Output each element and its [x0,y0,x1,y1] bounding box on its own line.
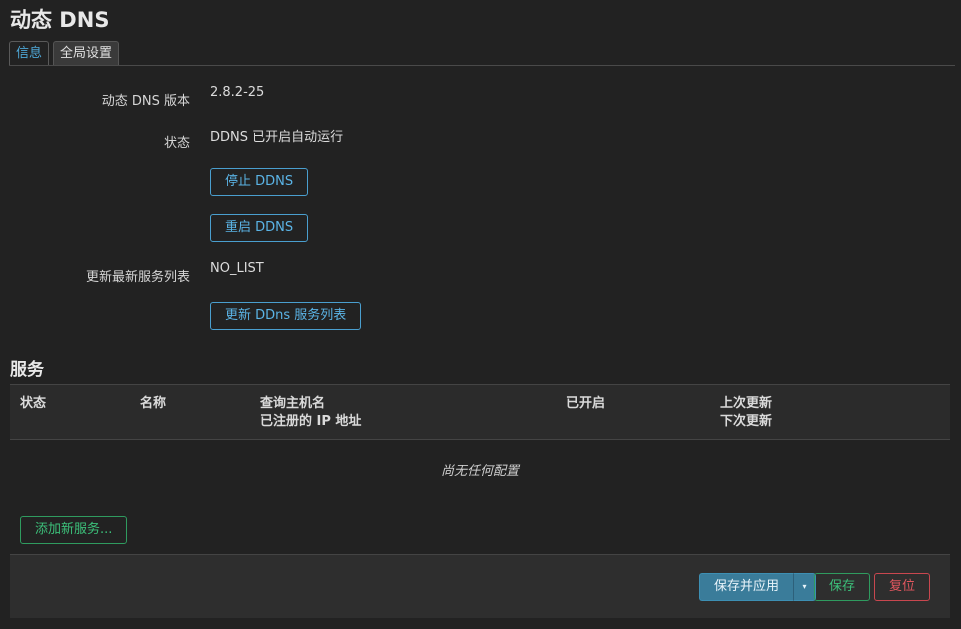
update-list-value: NO_LIST [210,261,264,276]
save-apply-button[interactable]: 保存并应用 [699,573,794,601]
column-registered-ip: 已注册的 IP 地址 [260,414,362,429]
stop-ddns-button[interactable]: 停止 DDNS [210,168,309,196]
ddns-page: 动态 DNS 信息 全局设置 动态 DNS 版本 2.8.2-25 状态 DDN… [0,0,961,629]
version-value: 2.8.2-25 [210,85,265,100]
services-title: 服务 [10,360,44,380]
column-name: 名称 [140,396,167,411]
save-apply-group: 保存并应用 ▾ [699,573,817,601]
column-last-update: 上次更新 [720,396,773,411]
column-status: 状态 [20,396,47,411]
tab-divider [9,65,955,66]
version-label: 动态 DNS 版本 [101,94,190,109]
status-value: DDNS 已开启自动运行 [210,130,344,145]
services-table-header: 状态 名称 查询主机名 已注册的 IP 地址 已开启 上次更新 下次更新 [10,384,950,440]
column-host-ip: 查询主机名 已注册的 IP 地址 [260,395,361,431]
column-next-update: 下次更新 [720,414,773,429]
update-service-list-button[interactable]: 更新 DDns 服务列表 [210,302,362,330]
reset-button[interactable]: 复位 [874,573,930,601]
tab-bar: 信息 全局设置 [9,41,120,66]
restart-ddns-button[interactable]: 重启 DDNS [210,214,309,242]
page-title: 动态 DNS [10,8,110,32]
action-footer: 保存并应用 ▾ 保存 复位 [10,554,950,618]
tab-global-settings[interactable]: 全局设置 [53,41,120,66]
empty-placeholder: 尚无任何配置 [440,464,519,479]
column-updates: 上次更新 下次更新 [720,395,772,431]
save-button[interactable]: 保存 [814,573,870,601]
add-service-button[interactable]: 添加新服务... [20,516,128,544]
tab-info[interactable]: 信息 [9,41,50,66]
column-enabled: 已开启 [566,396,606,411]
update-list-label: 更新最新服务列表 [85,270,190,285]
column-lookup-host: 查询主机名 [260,396,326,411]
status-label: 状态 [163,136,190,151]
dropdown-caret-icon[interactable]: ▾ [793,573,817,601]
